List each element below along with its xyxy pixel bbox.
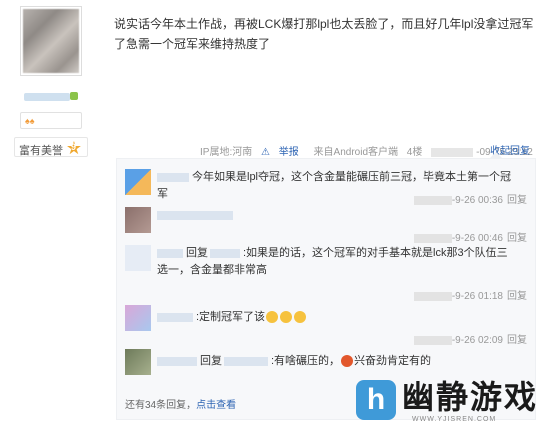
reply-username[interactable] xyxy=(157,356,197,366)
list-item: -9-26 00:46 回复 xyxy=(125,207,531,244)
level-flame-icon: ♠♠ xyxy=(25,116,35,126)
brand-logo-icon: h xyxy=(356,380,396,420)
reply-avatar[interactable] xyxy=(125,169,151,195)
reply-button[interactable]: 回复 xyxy=(507,335,527,346)
report-link[interactable]: ⚠ 举报 xyxy=(261,147,305,158)
watermark-logo: h 幽静游戏 WWW.YJISREN.COM xyxy=(356,378,542,426)
floor-number: 4楼 xyxy=(406,147,423,158)
member-badge-icon xyxy=(70,92,78,100)
reply-target-username[interactable] xyxy=(210,248,240,258)
brand-name: 幽静游戏 xyxy=(402,379,539,415)
reply-avatar[interactable] xyxy=(125,305,151,331)
client-source: 来自Android客户端 xyxy=(313,147,399,158)
report-icon: ⚠ xyxy=(261,147,270,158)
reply-avatar[interactable] xyxy=(125,245,151,271)
reply-button[interactable]: 回复 xyxy=(507,291,527,302)
reply-avatar[interactable] xyxy=(125,207,151,233)
brand-url: WWW.YJISREN.COM xyxy=(412,416,497,423)
reply-time: -9-26 02:09 回复 xyxy=(413,331,527,346)
list-item: 回复:如果是的话，这个冠军的对手基本就是lck那3个队伍三选一，含金量都非常高 … xyxy=(125,245,531,302)
reply-avatar[interactable] xyxy=(125,349,151,375)
reply-button[interactable]: 回复 xyxy=(507,233,527,244)
reply-username[interactable] xyxy=(157,248,183,258)
reply-username[interactable] xyxy=(157,312,193,322)
avatar[interactable] xyxy=(20,6,82,76)
reply-time: -9-26 01:18 回复 xyxy=(413,287,527,302)
list-item: :定制冠军了该 -9-26 02:09 回复 xyxy=(125,305,531,346)
reply-text: 回复:有啥碾压的， 兴奋劲肯定有的 xyxy=(157,353,517,370)
reply-time: -9-26 00:36 回复 xyxy=(413,191,527,206)
emoji-icon xyxy=(266,311,279,324)
view-more-link[interactable]: 点击查看 xyxy=(196,400,236,411)
reply-username[interactable] xyxy=(157,211,233,220)
level-badge: ♠♠ xyxy=(20,112,82,129)
more-replies: 还有34条回复，点击查看 xyxy=(125,400,237,411)
author-sidebar: ♠♠ 富有美誉 ★ 9 xyxy=(0,0,100,429)
list-item: 今年如果是lpl夺冠，这个含金量能碾压前三冠，毕竟本土第一个冠军 -9-26 0… xyxy=(125,169,531,206)
post-content: 说实话今年本土作战，再被LCK爆打那lpl也太丢脸了，而且好几年lpl没拿过冠军… xyxy=(114,17,534,51)
honor-badge: 富有美誉 ★ 9 xyxy=(14,137,88,157)
ip-location: IP属地:河南 xyxy=(200,147,253,158)
username-blurred[interactable] xyxy=(24,93,70,101)
reply-target-username[interactable] xyxy=(224,356,268,366)
honor-label: 富有美誉 xyxy=(19,145,63,157)
reply-text: 回复:如果是的话，这个冠军的对手基本就是lck那3个队伍三选一，含金量都非常高 xyxy=(157,247,508,276)
emoji-icon xyxy=(294,311,307,324)
reply-button[interactable]: 回复 xyxy=(507,195,527,206)
list-item: 回复:有啥碾压的， 兴奋劲肯定有的 xyxy=(125,349,531,379)
reply-text: :定制冠军了该 xyxy=(157,309,517,326)
emoji-icon xyxy=(280,311,293,324)
reply-time: -9-26 00:46 回复 xyxy=(413,229,527,244)
reply-username[interactable] xyxy=(157,172,189,182)
honor-level: 9 xyxy=(71,142,77,152)
emoji-icon xyxy=(341,355,354,368)
